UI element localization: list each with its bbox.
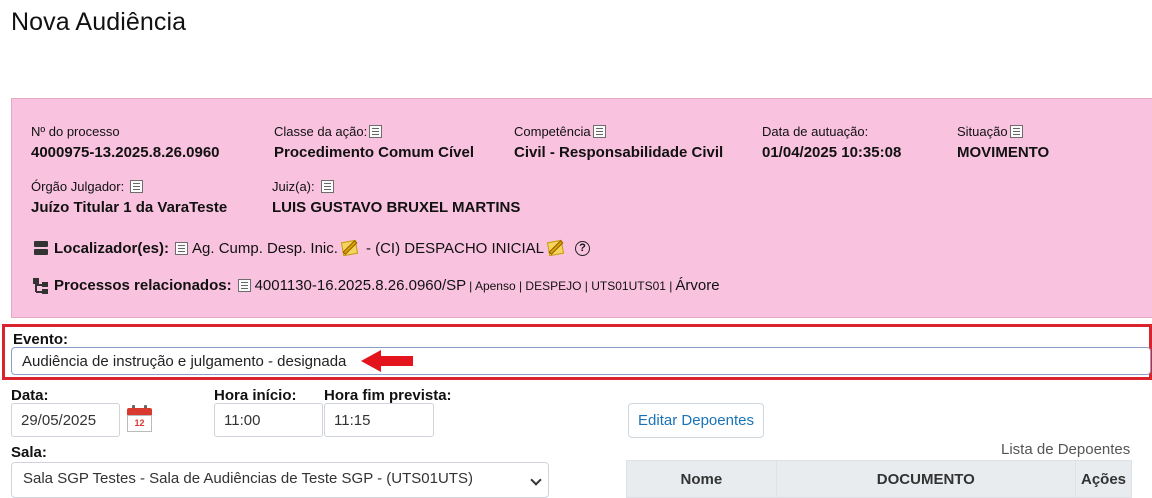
info-list-icon[interactable] [130, 179, 144, 193]
calendar-icon[interactable]: 12 [127, 405, 152, 432]
arvore-link[interactable]: Árvore [675, 277, 719, 294]
pencil-note-icon[interactable] [340, 237, 364, 259]
sala-selected-value: Sala SGP Testes - Sala de Audiências de … [23, 470, 473, 487]
data-autuacao-label: Data de autuação: [762, 123, 869, 139]
col-documento: DOCUMENTO [775, 460, 1077, 498]
calendar-day: 12 [127, 415, 152, 432]
editar-depoentes-button[interactable]: Editar Depoentes [628, 403, 764, 438]
field-situacao: Situação MOVIMENTO [957, 123, 1050, 162]
localizador-label: Localizador(es): [54, 239, 170, 257]
info-list-icon[interactable] [237, 279, 251, 292]
numero-label: Nº do processo [31, 123, 120, 139]
process-info-panel: Nº do processo 4000975-13.2025.8.26.0960… [11, 98, 1152, 318]
orgao-value: Juízo Titular 1 da VaraTeste [31, 199, 228, 216]
field-competencia: Competência Civil - Responsabilidade Civ… [514, 123, 724, 162]
info-list-icon[interactable] [320, 179, 334, 193]
info-list-icon[interactable] [592, 124, 606, 138]
competencia-value: Civil - Responsabilidade Civil [514, 144, 724, 161]
relacionados-label: Processos relacionados: [54, 277, 232, 294]
depoentes-table: Nome DOCUMENTO Ações [626, 460, 1132, 498]
data-input[interactable] [11, 403, 120, 437]
lista-depoentes-caption: Lista de Depoentes [1001, 441, 1131, 458]
field-data-autuacao: Data de autuação: 01/04/2025 10:35:08 [762, 123, 902, 162]
relacionado-tipo: | Apenso | DESPEJO | UTS01UTS01 | [469, 278, 673, 293]
help-icon[interactable]: ? [575, 240, 591, 256]
situacao-value: MOVIMENTO [957, 144, 1050, 161]
locator-icon [33, 240, 49, 256]
col-nome: Nome [626, 460, 777, 498]
relacionado-numero-link[interactable]: 4001130-16.2025.8.26.0960/SP [255, 277, 467, 294]
info-list-icon[interactable] [1009, 124, 1023, 138]
juiz-label: Juiz(a): [272, 178, 315, 194]
hora-inicio-label: Hora início: [214, 387, 297, 404]
red-arrow-icon [361, 350, 413, 372]
classe-label: Classe da ação: [274, 123, 368, 139]
competencia-label: Competência [514, 123, 591, 139]
tree-icon [33, 277, 49, 294]
numero-value: 4000975-13.2025.8.26.0960 [31, 144, 220, 161]
field-classe: Classe da ação: Procedimento Comum Cível [274, 123, 475, 162]
col-acoes: Ações [1075, 460, 1132, 498]
evento-input[interactable] [11, 347, 1151, 375]
classe-value: Procedimento Comum Cível [274, 144, 475, 161]
localizador-item-1: Ag. Cump. Desp. Inic. [192, 239, 338, 257]
evento-highlight: Evento: [2, 324, 1152, 380]
field-orgao-julgador: Órgão Julgador: Juízo Titular 1 da VaraT… [31, 178, 228, 217]
page-title: Nova Audiência [11, 8, 187, 36]
evento-label: Evento: [13, 331, 69, 348]
sala-label: Sala: [11, 444, 47, 461]
situacao-label: Situação [957, 123, 1008, 139]
field-numero-processo: Nº do processo 4000975-13.2025.8.26.0960 [31, 123, 220, 162]
hora-fim-input[interactable] [324, 403, 434, 437]
hora-inicio-input[interactable] [214, 403, 323, 437]
data-label: Data: [11, 387, 49, 404]
orgao-label: Órgão Julgador: [31, 178, 125, 194]
pencil-note-icon[interactable] [546, 237, 570, 259]
info-list-icon[interactable] [175, 241, 189, 255]
field-juiz: Juiz(a): LUIS GUSTAVO BRUXEL MARTINS [272, 178, 521, 217]
data-autuacao-value: 01/04/2025 10:35:08 [762, 144, 902, 161]
sala-select[interactable]: Sala SGP Testes - Sala de Audiências de … [11, 462, 549, 498]
hora-fim-label: Hora fim prevista: [324, 387, 452, 404]
localizador-item-2: - (CI) DESPACHO INICIAL [365, 239, 545, 257]
processos-relacionados-row: Processos relacionados: 4001130-16.2025.… [33, 277, 720, 294]
info-list-icon[interactable] [369, 124, 383, 138]
chevron-down-icon [530, 474, 542, 486]
juiz-value: LUIS GUSTAVO BRUXEL MARTINS [272, 199, 521, 216]
localizadores-row: Localizador(es): Ag. Cump. Desp. Inic. -… [33, 237, 591, 259]
